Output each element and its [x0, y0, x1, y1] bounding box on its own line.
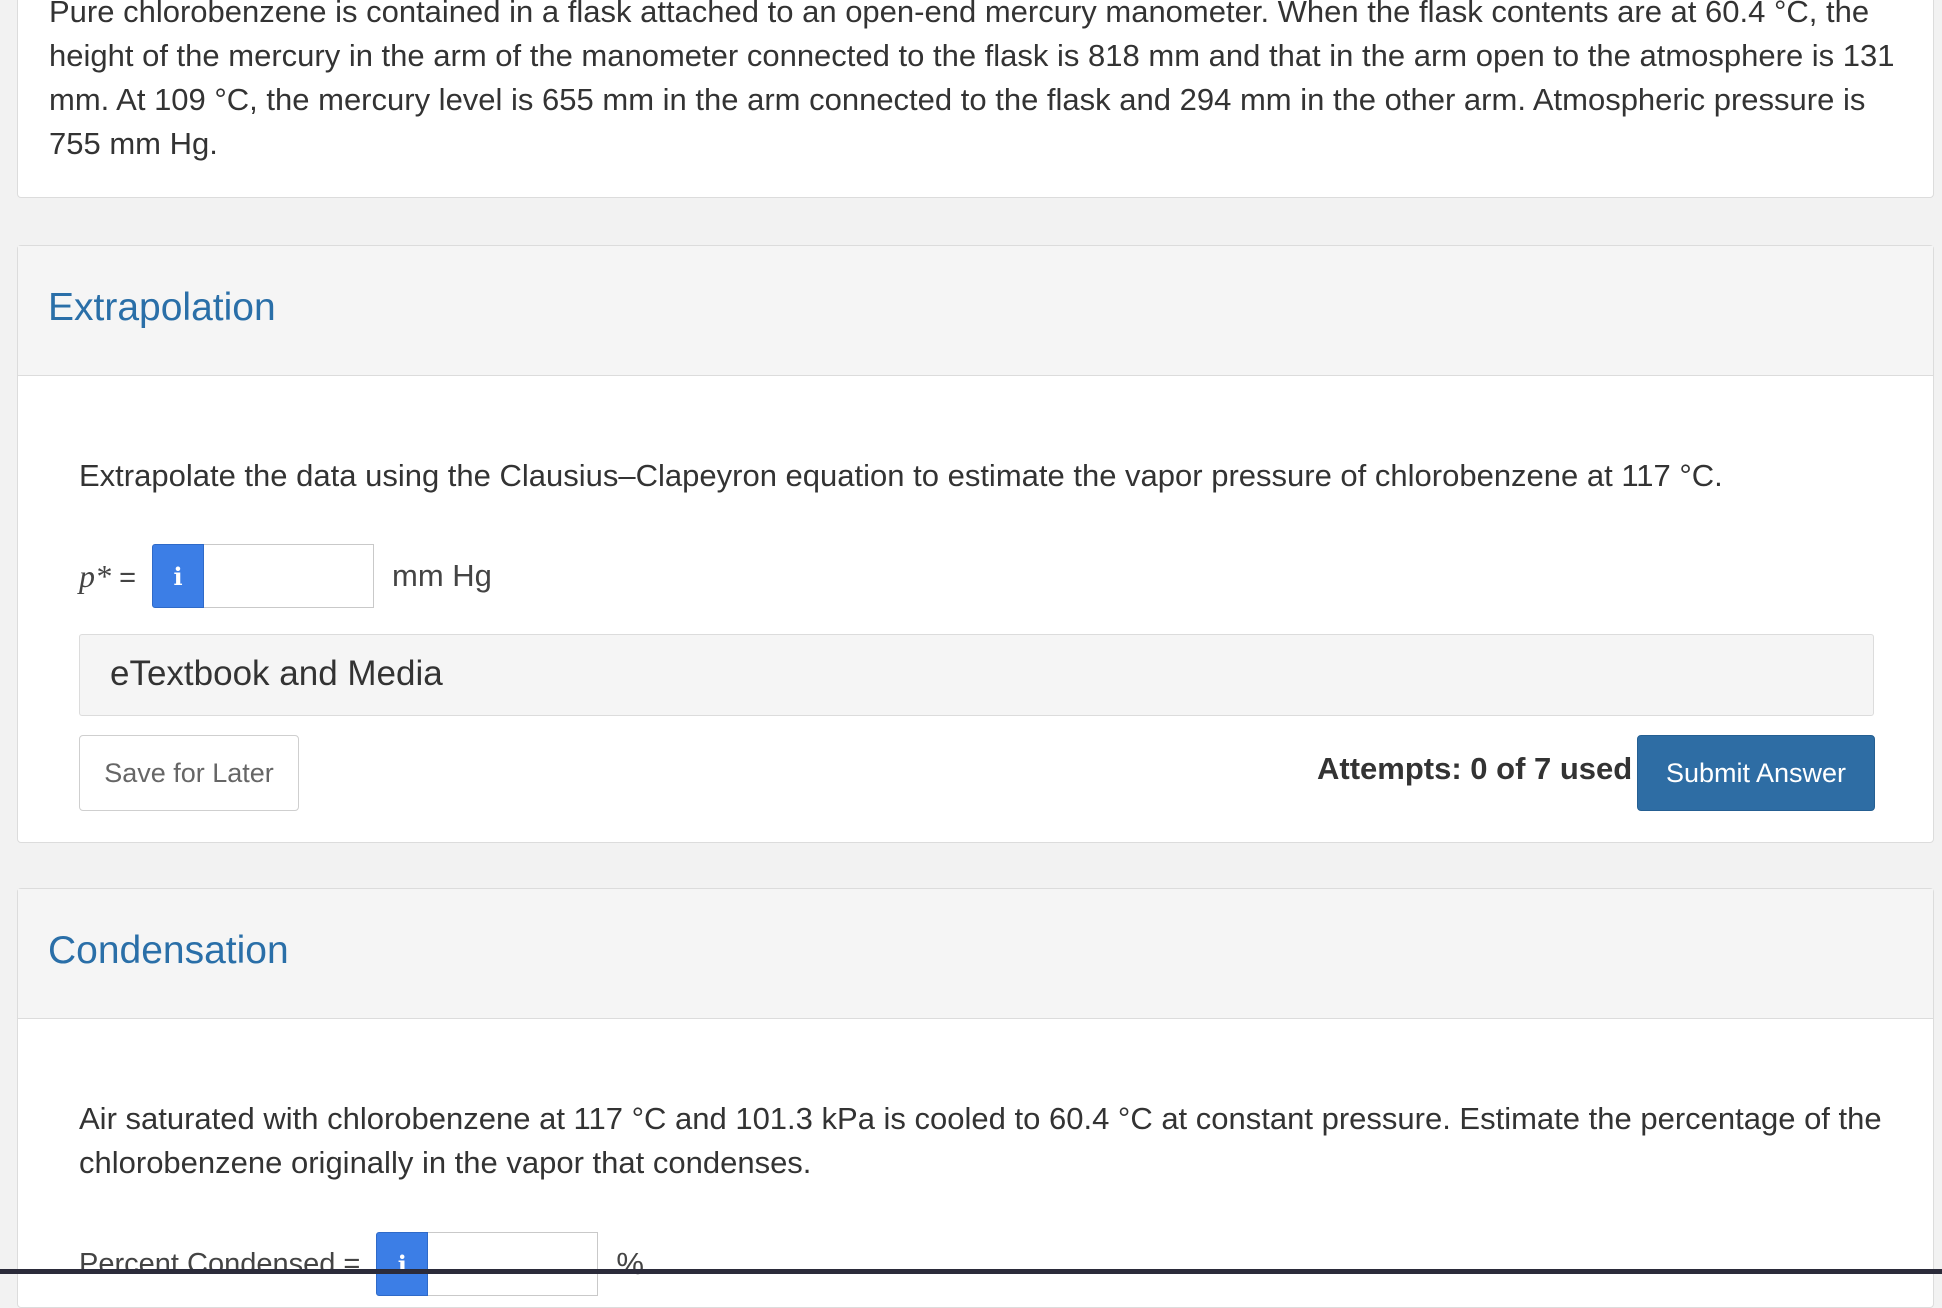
attempts-counter: Attempts: 0 of 7 used [1317, 751, 1633, 786]
percent-condensed-input[interactable] [428, 1232, 599, 1296]
percent-unit: % [616, 1246, 644, 1281]
percent-answer-row: Percent Condensed = i % [79, 1232, 644, 1296]
condensation-title: Condensation [48, 929, 289, 972]
extrapolation-section: Extrapolation Extrapolate the data using… [17, 245, 1934, 843]
condensation-question: Air saturated with chlorobenzene at 117 … [79, 1101, 1882, 1180]
problem-statement-text: Pure chlorobenzene is contained in a fla… [49, 0, 1895, 161]
pstar-variable: p* [79, 557, 111, 594]
extrapolation-header: Extrapolation [18, 246, 1933, 376]
extrapolation-question: Extrapolate the data using the Clausius–… [79, 458, 1723, 493]
problem-statement-card: Pure chlorobenzene is contained in a fla… [17, 0, 1934, 198]
save-for-later-button[interactable]: Save for Later [79, 735, 299, 811]
pstar-label: p* = [79, 558, 136, 595]
condensation-section: Condensation Air saturated with chlorobe… [17, 888, 1934, 1308]
condensation-header: Condensation [18, 889, 1933, 1019]
percent-condensed-label: Percent Condensed = [79, 1247, 361, 1280]
window-bottom-edge [0, 1269, 1942, 1274]
extrapolation-title: Extrapolation [48, 286, 276, 329]
submit-answer-button[interactable]: Submit Answer [1637, 735, 1875, 811]
etextbook-media-panel[interactable]: eTextbook and Media [79, 634, 1874, 716]
pstar-input[interactable] [204, 544, 374, 608]
etextbook-media-label: eTextbook and Media [110, 654, 443, 693]
pstar-unit: mm Hg [392, 558, 492, 593]
info-icon[interactable]: i [152, 544, 204, 608]
info-icon[interactable]: i [376, 1232, 429, 1296]
pstar-answer-row: p* = i mm Hg [79, 544, 492, 608]
pstar-equals: = [119, 561, 136, 594]
